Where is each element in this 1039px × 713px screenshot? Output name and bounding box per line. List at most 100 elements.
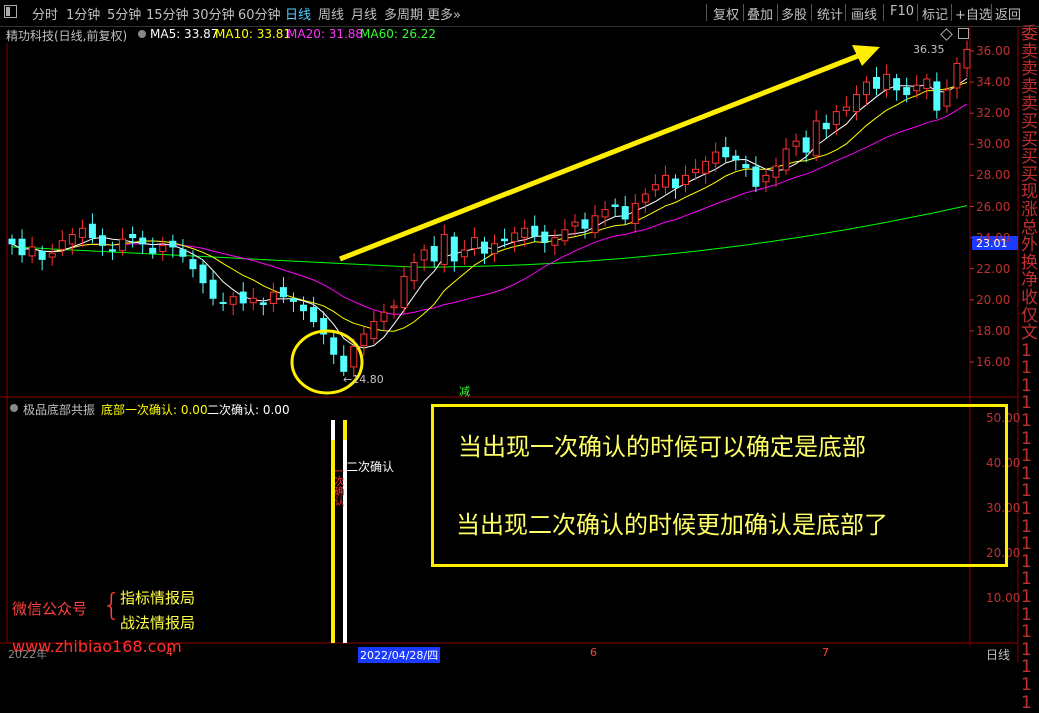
high-price-label: 36.35 <box>913 43 945 56</box>
axis-month-4: 4 <box>166 646 173 659</box>
side-panel-char: 1 <box>1021 692 1032 713</box>
candle-body <box>963 48 971 69</box>
wechat-account-2: 战法情报局 <box>120 614 196 632</box>
candle-body <box>8 238 16 245</box>
candle-body <box>712 151 720 164</box>
candle-body <box>692 168 700 174</box>
candle-body <box>551 237 559 246</box>
candle-body <box>953 62 961 89</box>
candle-body <box>129 233 137 239</box>
axis-year: 2022年 <box>8 648 47 661</box>
candle-body <box>139 237 147 245</box>
price-tick-label: 36.00 <box>976 44 1011 58</box>
candle-body <box>702 160 710 174</box>
period-tag[interactable]: 日线 <box>986 646 1010 663</box>
candle-body <box>149 247 157 254</box>
price-tick-label: 30.00 <box>976 137 1011 152</box>
candle-body <box>852 94 860 113</box>
candle-body <box>350 345 358 368</box>
candle-body <box>641 193 649 203</box>
candle-body <box>842 106 850 111</box>
candle-body <box>199 264 207 284</box>
candle-body <box>943 89 951 107</box>
candle-body <box>732 155 740 161</box>
candle-body <box>571 221 579 227</box>
annotation-line-2: 当出现二次确认的时候更加确认是底部了 <box>456 511 888 539</box>
candle-body <box>903 87 911 96</box>
candle-body <box>812 120 820 157</box>
indicator-settings-icon[interactable] <box>10 404 18 412</box>
candle-body <box>179 249 187 257</box>
annotation-line-1: 当出现一次确认的时候可以确定是底部 <box>458 433 866 461</box>
candle-body <box>400 275 408 309</box>
ma-line <box>11 103 968 315</box>
candle-body <box>18 238 26 256</box>
candle-body <box>159 244 167 252</box>
side-panel-char: 1 <box>1021 674 1032 695</box>
wechat-account-1: 指标情报局 <box>120 589 196 607</box>
price-tick-label: 16.00 <box>976 355 1011 369</box>
candle-body <box>752 166 760 187</box>
candle-body <box>631 202 639 225</box>
candle-body <box>360 333 368 347</box>
axis-month-6: 6 <box>590 646 597 659</box>
candle-body <box>501 238 509 242</box>
candle-body <box>310 307 318 323</box>
first-confirm-bar <box>331 420 335 643</box>
candle-body <box>390 305 398 309</box>
candle-body <box>460 249 468 258</box>
candle-body <box>772 165 780 178</box>
candle-body <box>420 249 428 261</box>
candle-body <box>661 174 669 188</box>
second-confirm-cap <box>343 420 347 440</box>
ma-line <box>11 77 968 349</box>
candle-body <box>621 206 629 220</box>
candle-body <box>480 241 488 254</box>
candle-body <box>209 279 217 299</box>
candle-body <box>239 291 247 304</box>
candle-body <box>380 311 388 322</box>
candle-body <box>98 235 106 246</box>
candle-body <box>561 229 569 242</box>
candle-body <box>511 232 519 243</box>
second-confirm-label: 二次确认: 0.00 <box>207 403 290 417</box>
candle-body <box>883 73 891 90</box>
candle-body <box>933 81 941 111</box>
price-tick-label: 34.00 <box>976 75 1011 90</box>
second-confirm-bar <box>343 420 347 643</box>
candle-body <box>491 243 499 255</box>
candle-body <box>28 246 36 257</box>
first-confirm-cap <box>331 420 335 440</box>
candle-body <box>682 174 690 185</box>
candle-body <box>430 246 438 262</box>
candle-body <box>541 231 549 243</box>
candle-body <box>219 301 227 304</box>
wechat-label: 微信公众号 <box>12 600 88 618</box>
axis-month-7: 7 <box>822 646 829 659</box>
price-tick-label: 32.00 <box>976 106 1011 121</box>
side-panel-char: 收 <box>1021 287 1038 308</box>
candle-body <box>189 259 197 270</box>
price-tick-label: 28.00 <box>976 168 1011 183</box>
candle-body <box>410 261 418 282</box>
candle-body <box>782 148 790 171</box>
indicator-tick-label: 10.00 <box>986 591 1021 605</box>
price-tick-label: 20.00 <box>976 292 1011 307</box>
candle-body <box>611 204 619 207</box>
side-panel-char: 买 <box>1021 111 1038 132</box>
candle-body <box>581 219 589 229</box>
side-panel-char: 1 <box>1021 587 1032 607</box>
reduce-marker: 减 <box>459 385 470 398</box>
candle-body <box>229 296 237 305</box>
candle-body <box>832 111 840 125</box>
side-panel-char: 委 <box>1021 24 1038 44</box>
candle-body <box>893 78 901 91</box>
first-confirm-label: 底部一次确认: 0.00 <box>101 403 208 417</box>
candle-body <box>450 236 458 262</box>
candle-body <box>722 147 730 158</box>
candle-body <box>591 215 599 234</box>
candle-body <box>249 297 257 304</box>
candle-body <box>862 81 870 96</box>
wechat-brace: { <box>102 588 122 623</box>
ma-line <box>11 205 968 268</box>
